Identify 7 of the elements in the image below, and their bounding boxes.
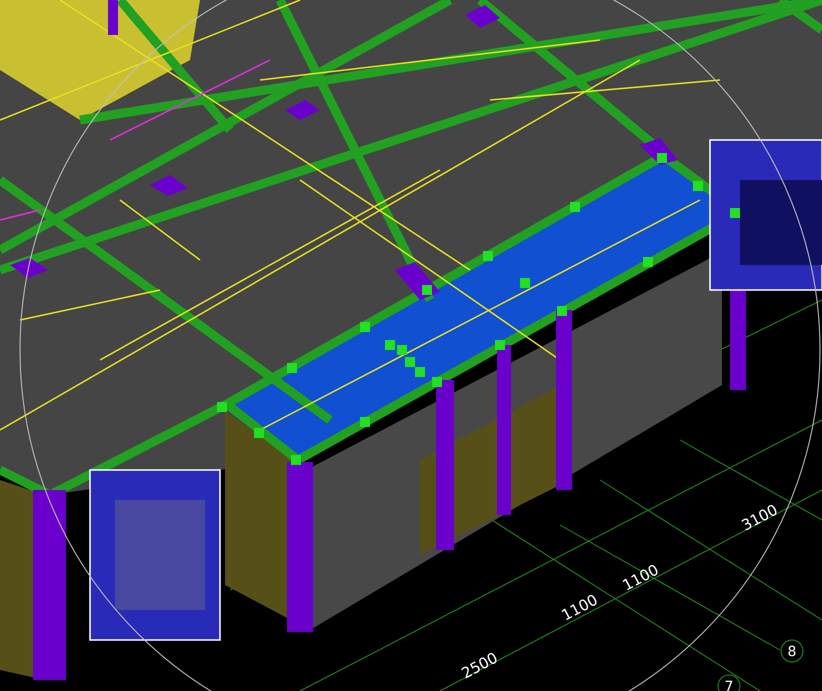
dimension-label: 2500 bbox=[458, 648, 501, 682]
axis-bubble: 8 bbox=[780, 640, 804, 662]
dimension-label: 3100 bbox=[738, 500, 781, 534]
dimension-label: 1100 bbox=[558, 590, 601, 624]
dimension-label: 1100 bbox=[620, 560, 662, 594]
cad-viewport[interactable]: 3100 1100 1100 2500 8 7 bbox=[0, 0, 822, 691]
axis-bubble: 7 bbox=[718, 674, 740, 691]
